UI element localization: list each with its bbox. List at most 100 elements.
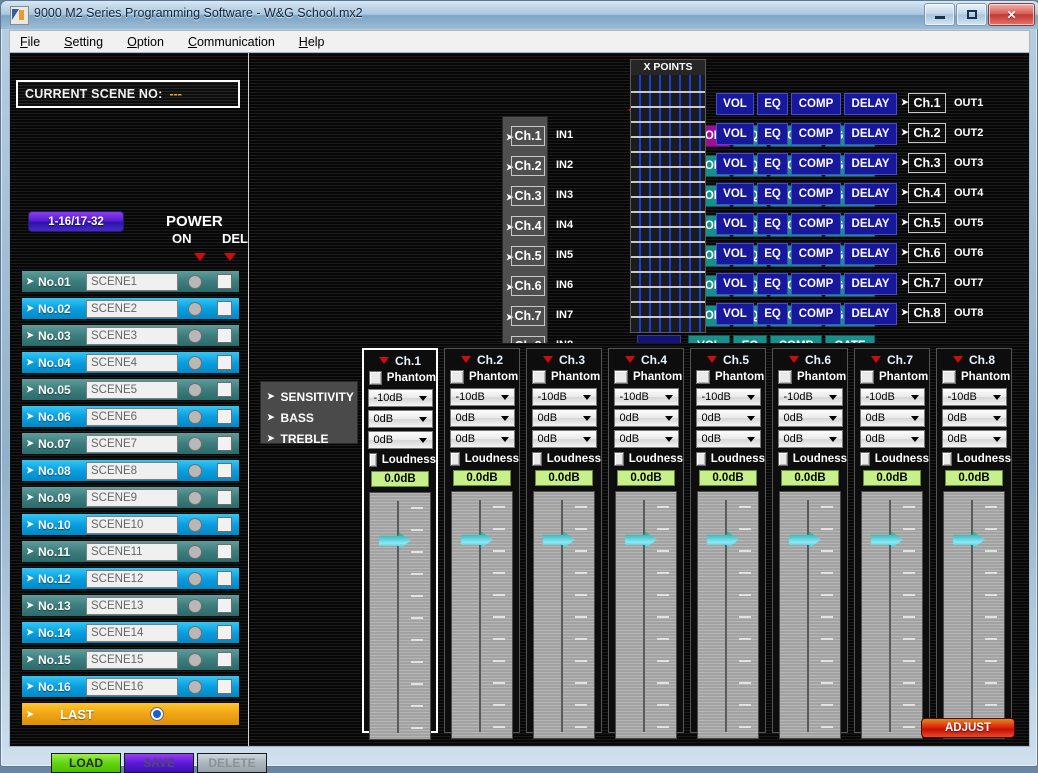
close-button[interactable]: ✕ (988, 3, 1035, 26)
fader-handle[interactable] (953, 531, 985, 549)
channel-strip[interactable]: Ch.7Phantom-10dB0dB0dBLoudness0.0dB (854, 348, 930, 733)
sensitivity-select[interactable]: -10dB (368, 389, 433, 407)
treble-select[interactable]: 0dB (532, 430, 597, 448)
output-vol-button[interactable]: VOL (716, 213, 754, 235)
channel-strip[interactable]: Ch.5Phantom-10dB0dB0dBLoudness0.0dB (690, 348, 766, 733)
channel-fader[interactable] (943, 491, 1005, 739)
sensitivity-select[interactable]: -10dB (860, 388, 925, 406)
channel-fader[interactable] (369, 492, 431, 740)
phantom-row[interactable]: Phantom (691, 368, 765, 385)
phantom-checkbox[interactable] (778, 370, 792, 384)
scene-expand-icon[interactable]: ➤ (22, 546, 38, 557)
output-comp-button[interactable]: COMP (791, 303, 841, 325)
menu-item-help[interactable]: Help (299, 35, 325, 49)
scene-expand-icon[interactable]: ➤ (22, 465, 38, 476)
scene-del-checkbox[interactable] (217, 490, 232, 505)
sensitivity-select[interactable]: -10dB (942, 388, 1007, 406)
phantom-checkbox[interactable] (942, 370, 956, 384)
output-eq-button[interactable]: EQ (757, 243, 788, 265)
bass-select[interactable]: 0dB (860, 409, 925, 427)
scene-name-input[interactable]: SCENE11 (86, 543, 178, 561)
strip-header[interactable]: Ch.6 (773, 351, 847, 368)
strip-header[interactable]: Ch.1 (364, 352, 436, 369)
scene-expand-icon[interactable]: ➤ (22, 357, 38, 368)
loudness-checkbox[interactable] (778, 452, 788, 466)
channel-fader[interactable] (697, 491, 759, 739)
output-eq-button[interactable]: EQ (757, 93, 788, 115)
scene-name-input[interactable]: SCENE8 (86, 462, 178, 480)
crosspoint-line[interactable] (631, 226, 705, 228)
fader-handle[interactable] (707, 531, 739, 549)
crosspoint-line[interactable] (631, 316, 705, 318)
crosspoint-line[interactable] (631, 256, 705, 258)
crosspoint-line[interactable] (631, 166, 705, 168)
scene-del-checkbox[interactable] (217, 355, 232, 370)
output-channel-button[interactable]: Ch.8 (908, 303, 946, 323)
output-vol-button[interactable]: VOL (716, 303, 754, 325)
scene-name-input[interactable]: SCENE7 (86, 435, 178, 453)
output-channel-button[interactable]: Ch.4 (908, 183, 946, 203)
scene-expand-icon[interactable]: ➤ (22, 303, 38, 314)
sensitivity-select[interactable]: -10dB (450, 388, 515, 406)
output-delay-button[interactable]: DELAY (844, 93, 897, 115)
sensitivity-select[interactable]: -10dB (532, 388, 597, 406)
scene-row[interactable]: ➤No.08SCENE8 (21, 459, 240, 482)
scene-row[interactable]: ➤No.15SCENE15 (21, 648, 240, 671)
loudness-row[interactable]: Loudness (691, 450, 765, 467)
sensitivity-select[interactable]: -10dB (696, 388, 761, 406)
scene-on-radio[interactable] (188, 464, 202, 478)
output-eq-button[interactable]: EQ (757, 303, 788, 325)
fader-handle[interactable] (461, 531, 493, 549)
menu-item-option[interactable]: Option (127, 35, 164, 49)
scene-name-input[interactable]: SCENE16 (86, 678, 178, 696)
output-comp-button[interactable]: COMP (791, 183, 841, 205)
phantom-row[interactable]: Phantom (937, 368, 1011, 385)
scene-on-radio[interactable] (188, 599, 202, 613)
channel-strip[interactable]: Ch.2Phantom-10dB0dB0dBLoudness0.0dB (444, 348, 520, 733)
output-vol-button[interactable]: VOL (716, 153, 754, 175)
scene-del-checkbox[interactable] (217, 652, 232, 667)
loudness-row[interactable]: Loudness (937, 450, 1011, 467)
phantom-row[interactable]: Phantom (773, 368, 847, 385)
crosspoint-line[interactable] (631, 286, 705, 288)
input-channel-button[interactable]: Ch.2 (511, 156, 545, 176)
scene-del-checkbox[interactable] (217, 544, 232, 559)
scene-row[interactable]: ➤No.05SCENE5 (21, 378, 240, 401)
scene-del-checkbox[interactable] (217, 328, 232, 343)
scene-del-checkbox[interactable] (217, 436, 232, 451)
scene-del-checkbox[interactable] (217, 301, 232, 316)
scene-expand-icon[interactable]: ➤ (22, 276, 38, 287)
scene-on-radio[interactable] (188, 653, 202, 667)
output-comp-button[interactable]: COMP (791, 123, 841, 145)
restore-button[interactable] (956, 3, 987, 26)
scene-row[interactable]: ➤No.04SCENE4 (21, 351, 240, 374)
scene-last-radio[interactable] (150, 707, 164, 721)
scene-on-radio[interactable] (188, 383, 202, 397)
fader-handle[interactable] (543, 531, 575, 549)
bass-select[interactable]: 0dB (450, 409, 515, 427)
scene-name-input[interactable]: SCENE4 (86, 354, 178, 372)
input-channel-button[interactable]: Ch.4 (511, 216, 545, 236)
strip-header[interactable]: Ch.3 (527, 351, 601, 368)
scene-expand-icon[interactable]: ➤ (22, 573, 38, 584)
phantom-row[interactable]: Phantom (609, 368, 683, 385)
crosspoint-line[interactable] (631, 241, 705, 243)
channel-strip[interactable]: Ch.1Phantom-10dB0dB0dBLoudness0.0dB (362, 348, 438, 733)
scene-on-radio[interactable] (188, 275, 202, 289)
output-eq-button[interactable]: EQ (757, 153, 788, 175)
scene-on-radio[interactable] (188, 680, 202, 694)
output-eq-button[interactable]: EQ (757, 123, 788, 145)
scene-on-radio[interactable] (188, 356, 202, 370)
scene-del-checkbox[interactable] (217, 571, 232, 586)
loudness-row[interactable]: Loudness (773, 450, 847, 467)
treble-select[interactable]: 0dB (368, 431, 433, 449)
sensitivity-select[interactable]: -10dB (614, 388, 679, 406)
phantom-row[interactable]: Phantom (445, 368, 519, 385)
scene-on-radio[interactable] (188, 572, 202, 586)
output-delay-button[interactable]: DELAY (844, 183, 897, 205)
output-channel-button[interactable]: Ch.3 (908, 153, 946, 173)
phantom-checkbox[interactable] (450, 370, 464, 384)
channel-fader[interactable] (861, 491, 923, 739)
phantom-checkbox[interactable] (614, 370, 628, 384)
output-eq-button[interactable]: EQ (757, 183, 788, 205)
